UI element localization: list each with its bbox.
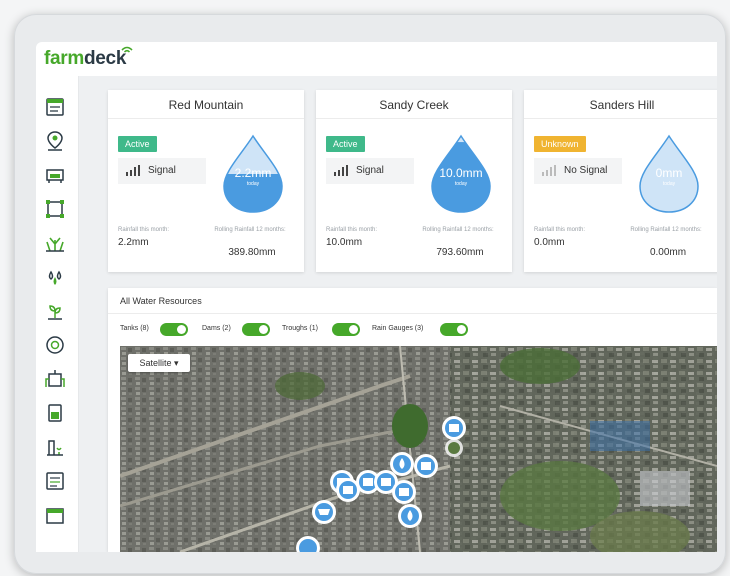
gauge-icon[interactable] (44, 334, 66, 356)
pump-icon[interactable] (44, 368, 66, 390)
logo-text-farm: farm (44, 48, 84, 69)
dashboard-icon[interactable] (44, 96, 66, 118)
rain-today-label: today (662, 181, 676, 187)
rolling-rainfall-value: 389.80mm (228, 247, 276, 258)
rain-today-amount: 0mm (655, 166, 683, 180)
signal-bars-icon (126, 165, 140, 176)
month-rainfall-label: Rainfall this month: (326, 227, 378, 233)
paddock-map-icon[interactable] (44, 198, 66, 220)
location-pin-icon[interactable] (44, 130, 66, 152)
satellite-map[interactable]: Satellite ▾ (120, 346, 717, 552)
rolling-rainfall-label: Rolling Rainfall 12 months: (630, 227, 702, 233)
sidebar (36, 76, 79, 552)
calendar-icon[interactable] (44, 504, 66, 526)
map-type-label: Satellite (139, 358, 172, 368)
reports-icon[interactable] (44, 470, 66, 492)
month-rainfall-label: Rainfall this month: (534, 227, 586, 233)
irrigation-icon[interactable] (44, 436, 66, 458)
station-name: Sanders Hill (589, 98, 655, 112)
map-imagery (120, 346, 717, 552)
rain-today-label: today (246, 181, 260, 187)
station-name: Sandy Creek (379, 98, 449, 112)
month-rainfall-value: 10.0mm (326, 237, 363, 248)
rain-drop-gauge: 10.0mm today (428, 134, 494, 214)
signal-box: Signal (118, 158, 206, 184)
panel-divider (108, 313, 717, 314)
tank-marker (414, 454, 438, 478)
tank-marker (392, 480, 416, 504)
tank-marker (336, 478, 360, 502)
month-rainfall-value: 0.0mm (534, 237, 565, 248)
card-divider (316, 118, 512, 119)
rain-today-amount: 2.2mm (234, 166, 272, 180)
station-card-sanders-hill[interactable]: Sanders Hill Unknown No Signal 0mm today… (524, 90, 717, 272)
rain-drop-gauge: 2.2mm today (220, 134, 286, 214)
panel-title: All Water Resources (120, 296, 202, 306)
livestock-icon[interactable] (44, 164, 66, 186)
toggle-label: Rain Gauges (3) (372, 325, 424, 332)
crops-icon[interactable] (44, 232, 66, 254)
top-bar: farmdeck (36, 42, 717, 76)
water-resources-panel: All Water Resources Tanks (8) Dams (2) T… (108, 288, 717, 552)
signal-label: Signal (148, 165, 176, 176)
trough-marker (312, 500, 336, 524)
rolling-rainfall-label: Rolling Rainfall 12 months: (422, 227, 494, 233)
station-card-sandy-creek[interactable]: Sandy Creek Active Signal 10.0mm today R… (316, 90, 512, 272)
status-badge: Unknown (534, 136, 586, 152)
rain-gauge-marker (390, 452, 414, 476)
map-type-dropdown[interactable]: Satellite ▾ (128, 354, 190, 372)
main-content: Red Mountain Active Signal 2.2mm today R… (86, 76, 717, 552)
tank-icon[interactable] (44, 402, 66, 424)
toggle-switch[interactable] (332, 323, 360, 336)
wifi-icon (121, 46, 133, 53)
status-badge: Active (326, 136, 365, 152)
toggle-switch[interactable] (160, 323, 188, 336)
toggle-label: Tanks (8) (120, 325, 149, 332)
seedling-icon[interactable] (44, 300, 66, 322)
status-badge: Active (118, 136, 157, 152)
signal-bars-icon (334, 165, 348, 176)
rain-today-amount: 10.0mm (439, 166, 483, 180)
station-name: Red Mountain (168, 98, 244, 112)
no-signal-bars-icon (542, 165, 556, 176)
chevron-down-icon: ▾ (174, 358, 179, 368)
rain-today-label: today (454, 181, 468, 187)
toggle-label: Troughs (1) (282, 325, 318, 332)
farmdeck-logo[interactable]: farmdeck (44, 46, 133, 70)
toggle-switch[interactable] (242, 323, 270, 336)
card-divider (108, 118, 304, 119)
signal-box: No Signal (534, 158, 622, 184)
signal-box: Signal (326, 158, 414, 184)
water-drops-icon[interactable] (44, 266, 66, 288)
signal-label: Signal (356, 165, 384, 176)
month-rainfall-value: 2.2mm (118, 237, 149, 248)
toggle-switch[interactable] (440, 323, 468, 336)
toggle-label: Dams (2) (202, 325, 231, 332)
month-rainfall-label: Rainfall this month: (118, 227, 170, 233)
rolling-rainfall-label: Rolling Rainfall 12 months: (214, 227, 286, 233)
rain-drop-gauge: 0mm today (636, 134, 702, 214)
rolling-rainfall-value: 793.60mm (436, 247, 484, 258)
tank-marker (442, 416, 466, 440)
dam-marker (445, 439, 463, 457)
rolling-rainfall-value: 0.00mm (649, 247, 687, 258)
signal-label: No Signal (564, 165, 608, 176)
card-divider (524, 118, 717, 119)
app-screen: farmdeck Red Mountain Active Signal 2.2m… (36, 42, 717, 552)
rain-gauge-marker (398, 504, 422, 528)
station-card-red-mountain[interactable]: Red Mountain Active Signal 2.2mm today R… (108, 90, 304, 272)
